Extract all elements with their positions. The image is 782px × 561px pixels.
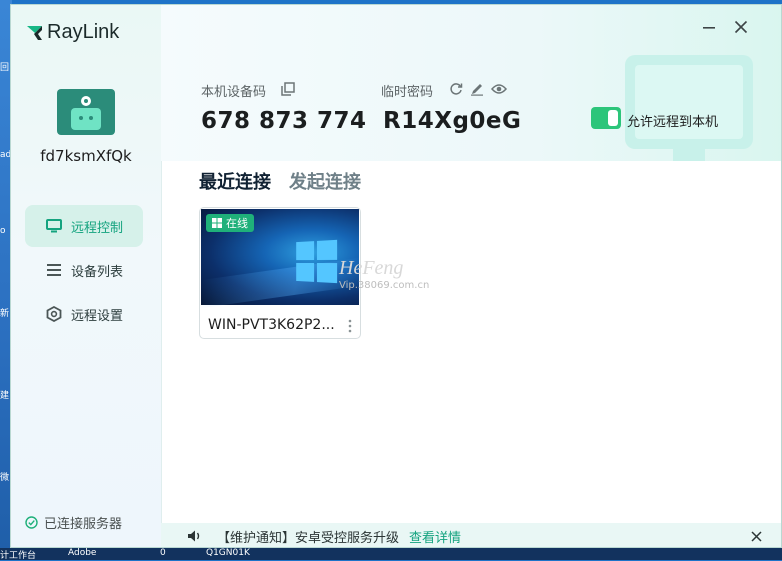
main-panel: 本机设备码 678 873 774 临时密码 R14Xg0eG 允许远程到本机 …: [161, 5, 781, 547]
header-area: 本机设备码 678 873 774 临时密码 R14Xg0eG 允许远程到本机: [161, 5, 781, 161]
avatar: [57, 89, 115, 135]
close-icon: [734, 20, 748, 34]
windows-os-icon: [212, 218, 222, 228]
minimize-button[interactable]: [697, 15, 721, 39]
decorative-monitor-illustration: [625, 55, 753, 149]
taskbar: 计工作台 Adobe 0 Q1GN01K: [0, 548, 782, 561]
sidebar-item-label: 设备列表: [71, 264, 124, 280]
sidebar-item-label: 远程设置: [71, 308, 124, 324]
copy-button[interactable]: [280, 81, 296, 97]
speaker-icon: [187, 528, 205, 544]
refresh-password-button[interactable]: [448, 81, 464, 97]
minimize-icon: [703, 27, 715, 29]
app-logo: RayLink: [25, 21, 119, 44]
device-code-label: 本机设备码: [201, 85, 267, 100]
settings-hex-icon: [45, 305, 63, 323]
online-status-text: 在线: [226, 217, 248, 230]
sidebar-item-remote-settings[interactable]: 远程设置: [25, 293, 143, 335]
taskbar-item[interactable]: 0: [160, 548, 166, 558]
sidebar: RayLink fd7ksmXfQk 远程控制 设备列表 远程设置 已连接服务器: [11, 5, 162, 547]
taskbar-item[interactable]: Adobe: [68, 548, 96, 558]
taskbar-item[interactable]: Q1GN01K: [206, 548, 250, 558]
app-name: RayLink: [47, 21, 120, 43]
watermark: HeFeng Vip.38069.com.cn: [339, 257, 429, 291]
close-button[interactable]: [729, 15, 753, 39]
show-password-button[interactable]: [491, 81, 507, 97]
raylink-window: RayLink fd7ksmXfQk 远程控制 设备列表 远程设置 已连接服务器…: [10, 4, 782, 548]
notice-bar: 【维护通知】安卓受控服务升级 查看详情: [161, 523, 781, 547]
tab-initiate-connection[interactable]: 发起连接: [289, 168, 361, 194]
sidebar-item-remote-control[interactable]: 远程控制: [25, 205, 143, 247]
pencil-icon: [471, 84, 483, 96]
allow-remote-toggle[interactable]: [591, 107, 621, 129]
taskbar-item[interactable]: 计工作台: [0, 548, 36, 561]
refresh-icon: [450, 83, 463, 95]
raylink-logo-icon: [27, 25, 42, 40]
recent-device-card[interactable]: 在线 WIN-PVT3K62P2...: [199, 207, 361, 339]
close-icon: [750, 530, 762, 542]
sidebar-item-label: 远程控制: [71, 220, 124, 236]
watermark-brand: HeFeng: [339, 257, 404, 279]
check-circle-icon: [25, 516, 38, 529]
eye-icon: [491, 84, 507, 94]
notice-details-link[interactable]: 查看详情: [409, 527, 461, 546]
copy-icon: [281, 82, 295, 96]
notice-close-button[interactable]: [749, 529, 763, 543]
more-vertical-icon: [348, 319, 352, 333]
temp-password: R14Xg0eG: [383, 108, 522, 134]
tab-recent-connections[interactable]: 最近连接: [199, 168, 271, 194]
list-icon: [45, 261, 63, 279]
watermark-site: Vip.38069.com.cn: [339, 280, 430, 291]
allow-remote-label: 允许远程到本机: [627, 115, 719, 130]
decorative-monitor-stand: [673, 149, 705, 161]
sidebar-item-device-list[interactable]: 设备列表: [25, 249, 143, 291]
recent-device-name: WIN-PVT3K62P2...: [208, 317, 335, 333]
more-options-button[interactable]: [346, 318, 354, 334]
temp-password-label: 临时密码: [381, 85, 434, 100]
notice-text: 【维护通知】安卓受控服务升级: [217, 530, 400, 546]
online-status-badge: 在线: [206, 214, 254, 232]
server-status: 已连接服务器: [25, 513, 122, 532]
windows-logo-icon: [296, 239, 338, 285]
monitor-icon: [45, 217, 63, 235]
device-code: 678 873 774: [201, 108, 367, 134]
device-name: fd7ksmXfQk: [40, 147, 132, 165]
edit-password-button[interactable]: [469, 81, 485, 97]
server-status-text: 已连接服务器: [44, 517, 123, 532]
